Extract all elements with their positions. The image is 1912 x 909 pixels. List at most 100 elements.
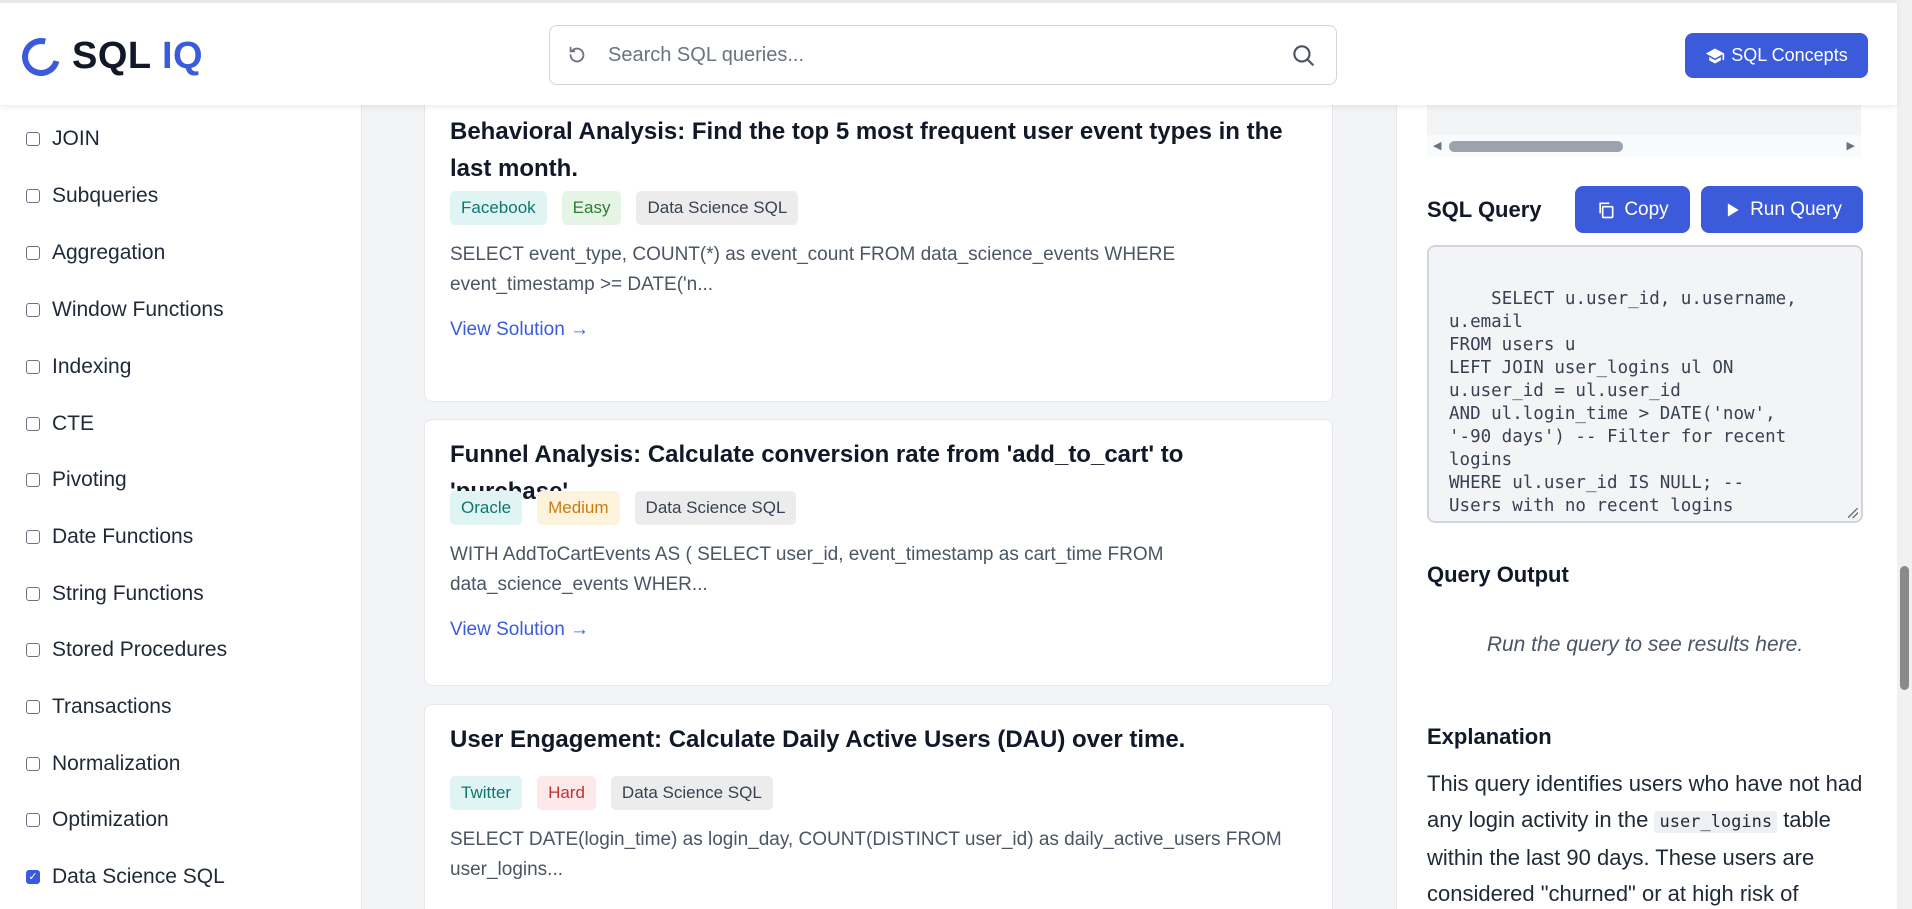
difficulty-badge: Medium [537, 491, 620, 525]
checkbox[interactable] [26, 303, 40, 317]
filter-label: Aggregation [52, 241, 166, 264]
scroll-right-icon[interactable]: ▶ [1847, 139, 1855, 152]
filter-label: Pivoting [52, 468, 127, 491]
scroll-left-icon[interactable]: ◀ [1433, 139, 1441, 152]
filter-normalization[interactable]: Normalization [26, 752, 180, 776]
run-query-label: Run Query [1750, 198, 1842, 220]
checkbox[interactable] [26, 246, 40, 260]
view-solution-link[interactable]: View Solution → [450, 319, 589, 341]
filter-aggregation[interactable]: Aggregation [26, 241, 165, 265]
view-solution-link[interactable]: View Solution → [450, 619, 589, 641]
filter-join[interactable]: JOIN [26, 127, 100, 151]
logo-ring-icon [15, 30, 67, 83]
checkbox[interactable] [26, 473, 40, 487]
query-detail-panel: ◀ ▶ SQL Query Copy Run Query SELECT u.us… [1396, 105, 1897, 909]
question-list: Behavioral Analysis: Find the top 5 most… [392, 105, 1365, 909]
filter-label: Date Functions [52, 525, 194, 548]
checkbox[interactable] [26, 757, 40, 771]
copy-icon [1599, 202, 1614, 218]
tag-row: Twitter Hard Data Science SQL [450, 776, 788, 810]
query-snippet: SELECT DATE(login_time) as login_day, CO… [450, 829, 1282, 880]
filter-indexing[interactable]: Indexing [26, 355, 131, 379]
question-card[interactable]: User Engagement: Calculate Daily Active … [424, 704, 1333, 909]
sql-query-heading: SQL Query [1427, 197, 1542, 222]
logo-accent-text: IQ [162, 35, 204, 77]
checkbox[interactable] [26, 587, 40, 601]
result-table-area [1427, 105, 1861, 135]
filter-label: Data Science SQL [52, 865, 225, 888]
play-icon [1727, 202, 1739, 217]
checkbox[interactable] [26, 700, 40, 714]
question-card[interactable]: Funnel Analysis: Calculate conversion ra… [424, 419, 1333, 686]
filter-sidebar: JOIN Subqueries Aggregation Window Funct… [0, 105, 362, 909]
copy-label: Copy [1624, 198, 1669, 220]
filter-label: Transactions [52, 695, 172, 718]
filter-date-functions[interactable]: Date Functions [26, 525, 193, 549]
question-title[interactable]: Behavioral Analysis: Find the top 5 most… [450, 113, 1310, 187]
filter-cte[interactable]: CTE [26, 412, 94, 436]
scrollbar-thumb[interactable] [1449, 141, 1623, 152]
tag-row: Facebook Easy Data Science SQL [450, 191, 813, 225]
logo-main-text: SQL [72, 35, 151, 77]
filter-data-science-sql[interactable]: Data Science SQL [26, 865, 225, 889]
question-card[interactable]: Behavioral Analysis: Find the top 5 most… [424, 105, 1333, 402]
run-query-button[interactable]: Run Query [1701, 186, 1863, 233]
resize-handle-icon[interactable] [1848, 508, 1858, 518]
graduation-cap-icon [1706, 48, 1725, 63]
filter-label: Optimization [52, 808, 169, 831]
category-badge: Data Science SQL [634, 491, 797, 525]
filter-label: Subqueries [52, 184, 159, 207]
refresh-icon[interactable] [566, 44, 588, 66]
filter-string-functions[interactable]: String Functions [26, 582, 204, 606]
explanation-text: This query identifies users who have not… [1427, 766, 1863, 909]
question-title[interactable]: User Engagement: Calculate Daily Active … [450, 721, 1310, 758]
filter-label: Stored Procedures [52, 638, 228, 661]
filter-subqueries[interactable]: Subqueries [26, 184, 158, 208]
company-badge: Oracle [450, 491, 523, 525]
sql-code-editor[interactable]: SELECT u.user_id, u.username, u.email FR… [1427, 245, 1863, 523]
filter-optimization[interactable]: Optimization [26, 808, 169, 832]
filter-label: JOIN [52, 127, 100, 150]
filter-label: CTE [52, 412, 94, 435]
checkbox[interactable] [26, 813, 40, 827]
difficulty-badge: Hard [537, 776, 596, 810]
checkbox[interactable] [26, 132, 40, 146]
app-logo[interactable]: SQL IQ [15, 30, 203, 83]
checkbox[interactable] [26, 417, 40, 431]
page-scrollbar-thumb[interactable] [1900, 566, 1909, 690]
tag-row: Oracle Medium Data Science SQL [450, 491, 811, 525]
filter-transactions[interactable]: Transactions [26, 695, 171, 719]
filter-label: Window Functions [52, 298, 224, 321]
sql-concepts-button[interactable]: SQL Concepts [1685, 33, 1868, 78]
filter-label: String Functions [52, 582, 204, 605]
filter-label: Normalization [52, 752, 181, 775]
query-output-placeholder: Run the query to see results here. [1486, 633, 1804, 656]
checkbox-checked[interactable] [26, 870, 40, 884]
logo-text: SQL IQ [72, 35, 203, 78]
filter-pivoting[interactable]: Pivoting [26, 468, 127, 492]
search-icon[interactable] [1290, 42, 1316, 68]
checkbox[interactable] [26, 643, 40, 657]
explanation-inline-code: user_logins [1654, 811, 1778, 833]
page-scrollbar[interactable] [1897, 0, 1912, 909]
category-badge: Data Science SQL [610, 776, 773, 810]
query-snippet: SELECT event_type, COUNT(*) as event_cou… [450, 244, 1176, 295]
filter-stored-procedures[interactable]: Stored Procedures [26, 638, 227, 662]
sql-concepts-label: SQL Concepts [1731, 45, 1848, 65]
search-bar [549, 25, 1337, 85]
query-snippet: WITH AddToCartEvents AS ( SELECT user_id… [450, 544, 1164, 595]
search-input[interactable] [608, 43, 1290, 67]
checkbox[interactable] [26, 189, 40, 203]
checkbox[interactable] [26, 530, 40, 544]
filter-window-functions[interactable]: Window Functions [26, 298, 224, 322]
top-header: SQL IQ SQL Concepts [0, 0, 1897, 105]
company-badge: Facebook [450, 191, 547, 225]
difficulty-badge: Easy [561, 191, 622, 225]
category-badge: Data Science SQL [636, 191, 799, 225]
copy-button[interactable]: Copy [1575, 186, 1690, 233]
explanation-heading: Explanation [1427, 724, 1552, 749]
company-badge: Twitter [450, 776, 523, 810]
filter-label: Indexing [52, 355, 132, 378]
checkbox[interactable] [26, 360, 40, 374]
horizontal-scrollbar[interactable]: ◀ ▶ [1427, 135, 1861, 157]
